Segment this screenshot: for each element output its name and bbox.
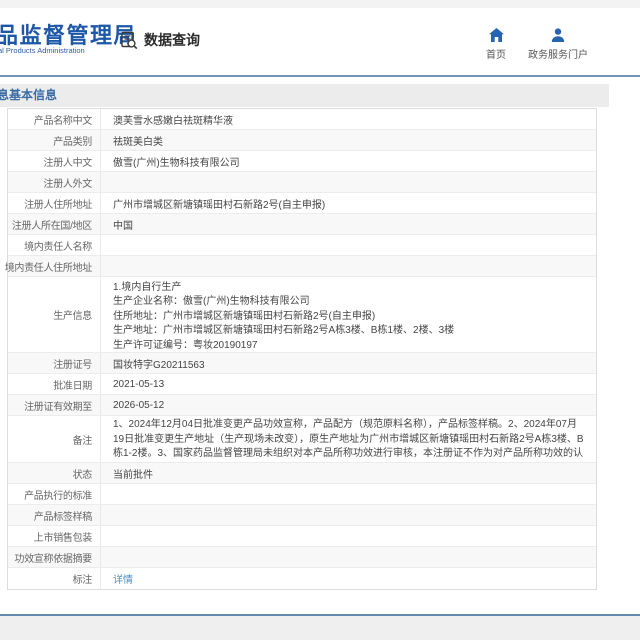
table-row: 产品标签样稿 <box>8 505 596 526</box>
home-icon <box>489 28 504 42</box>
section-title: 息基本信息 <box>0 84 609 107</box>
table-row: 状态当前批件 <box>8 463 596 484</box>
table-row: 注册人外文 <box>8 172 596 193</box>
row-label: 产品类别 <box>8 130 101 150</box>
row-label: 注册证号 <box>8 353 101 373</box>
table-row: 备注1、2024年12月04日批准变更产品功效宣称，产品配方（规范原料名称），产… <box>8 416 596 463</box>
table-row: 境内责任人名称 <box>8 235 596 256</box>
row-label: 状态 <box>8 463 101 483</box>
row-value: 中国 <box>101 214 596 234</box>
row-value: 1.境内自行生产生产企业名称：傲雪(广州)生物科技有限公司住所地址：广州市增城区… <box>101 277 596 352</box>
row-label: 产品执行的标准 <box>8 484 101 504</box>
row-value <box>101 235 596 255</box>
table-row: 境内责任人住所地址 <box>8 256 596 277</box>
row-label: 备注 <box>8 416 101 462</box>
row-value <box>101 484 596 504</box>
row-label: 产品名称中文 <box>8 109 101 129</box>
table-row: 上市销售包装 <box>8 526 596 547</box>
row-value: 广州市增城区新塘镇瑶田村石新路2号(自主申报) <box>101 193 596 213</box>
row-value <box>101 505 596 525</box>
production-info-line: 1.境内自行生产 <box>113 281 586 295</box>
row-value: 详情 <box>101 568 596 589</box>
row-label: 功效宣称依据摘要 <box>8 547 101 567</box>
row-value <box>101 526 596 546</box>
nav-gov-portal-label: 政务服务门户 <box>528 46 588 61</box>
row-label: 标注 <box>8 568 101 589</box>
user-icon <box>551 28 565 42</box>
row-label: 境内责任人名称 <box>8 235 101 255</box>
production-info-line: 生产地址：广州市增城区新塘镇瑶田村石新路2号A栋3楼、B栋1楼、2楼、3楼 <box>113 324 586 338</box>
table-row: 标注详情 <box>8 568 596 589</box>
table-row: 产品类别祛斑美白类 <box>8 130 596 151</box>
table-row: 注册证有效期至2026-05-12 <box>8 395 596 416</box>
row-value: 傲雪(广州)生物科技有限公司 <box>101 151 596 171</box>
production-info-line: 生产许可证编号：粤妆20190197 <box>113 339 586 352</box>
table-row: 产品执行的标准 <box>8 484 596 505</box>
row-label: 境内责任人住所地址 <box>8 256 101 276</box>
table-row: 注册人中文傲雪(广州)生物科技有限公司 <box>8 151 596 172</box>
row-label: 注册人住所地址 <box>8 193 101 213</box>
row-label: 注册人中文 <box>8 151 101 171</box>
row-value <box>101 547 596 567</box>
row-label: 上市销售包装 <box>8 526 101 546</box>
detail-link[interactable]: 详情 <box>113 571 133 586</box>
browser-top-strip <box>0 0 640 8</box>
nav-home[interactable]: 首页 <box>486 28 506 61</box>
row-value: 澳芙雪水感嫩白祛斑精华液 <box>101 109 596 129</box>
row-value: 2026-05-12 <box>101 395 596 415</box>
row-label: 注册人外文 <box>8 172 101 192</box>
table-row: 功效宣称依据摘要 <box>8 547 596 568</box>
table-row: 注册人住所地址广州市增城区新塘镇瑶田村石新路2号(自主申报) <box>8 193 596 214</box>
row-value <box>101 172 596 192</box>
production-info-line: 生产企业名称：傲雪(广州)生物科技有限公司 <box>113 295 586 309</box>
production-info-line: 住所地址：广州市增城区新塘镇瑶田村石新路2号(自主申报) <box>113 310 586 324</box>
header-divider <box>0 75 640 77</box>
table-row: 生产信息1.境内自行生产生产企业名称：傲雪(广州)生物科技有限公司住所地址：广州… <box>8 277 596 353</box>
nav-data-query[interactable]: 数据查询 <box>120 30 200 50</box>
row-value: 当前批件 <box>101 463 596 483</box>
info-table: 产品名称中文澳芙雪水感嫩白祛斑精华液产品类别祛斑美白类注册人中文傲雪(广州)生物… <box>7 108 597 590</box>
row-label: 注册人所在国/地区 <box>8 214 101 234</box>
table-row: 注册人所在国/地区中国 <box>8 214 596 235</box>
site-header: 品监督管理局 al Products Administration 数据查询 首… <box>0 8 640 75</box>
section-header-bar: 息基本信息 <box>0 84 609 107</box>
row-value: 国妆特字G20211563 <box>101 353 596 373</box>
nav-home-label: 首页 <box>486 46 506 61</box>
row-label: 注册证有效期至 <box>8 395 101 415</box>
agency-logo-english: al Products Administration <box>0 46 85 55</box>
footer-band <box>0 616 640 640</box>
row-label: 生产信息 <box>8 277 101 352</box>
nav-data-query-label: 数据查询 <box>144 30 200 50</box>
table-row: 批准日期2021-05-13 <box>8 374 596 395</box>
nav-gov-portal[interactable]: 政务服务门户 <box>528 28 588 61</box>
row-value: 2021-05-13 <box>101 374 596 394</box>
row-value: 祛斑美白类 <box>101 130 596 150</box>
row-value <box>101 256 596 276</box>
data-query-icon <box>120 31 139 50</box>
row-label: 产品标签样稿 <box>8 505 101 525</box>
table-row: 产品名称中文澳芙雪水感嫩白祛斑精华液 <box>8 109 596 130</box>
header-right-nav: 首页 政务服务门户 <box>486 28 588 61</box>
row-value: 1、2024年12月04日批准变更产品功效宣称，产品配方（规范原料名称），产品标… <box>101 416 596 462</box>
row-label: 批准日期 <box>8 374 101 394</box>
table-row: 注册证号国妆特字G20211563 <box>8 353 596 374</box>
